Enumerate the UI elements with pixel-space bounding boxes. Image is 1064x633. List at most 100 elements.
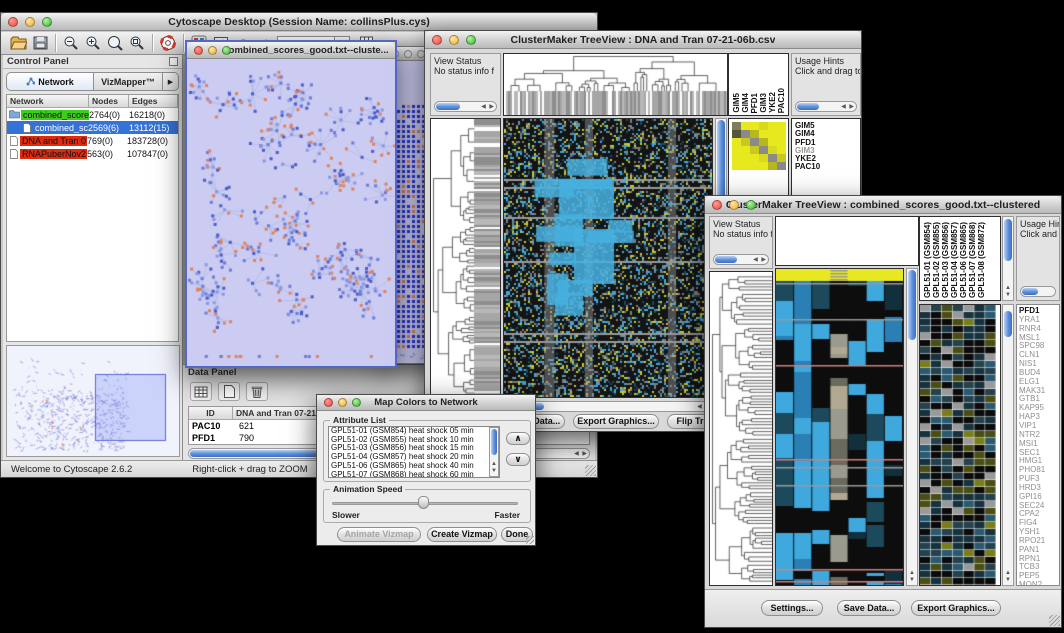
create-vizmap-button[interactable]: Create Vizmap (427, 527, 497, 542)
new-attribute-icon[interactable] (218, 382, 240, 401)
animate-vizmap-button[interactable]: Animate Vizmap (337, 527, 421, 542)
usage-hints-hscrollbar[interactable]: ◀ ▶ (795, 101, 857, 112)
scroll-arrows-icon[interactable]: ◀ ▶ (753, 255, 767, 265)
scroll-arrows-icon[interactable]: ▲▼ (1003, 570, 1013, 584)
zoom-button[interactable] (746, 200, 756, 210)
move-up-button[interactable]: ∧ (506, 432, 530, 445)
tv2-row-dendrogram[interactable] (710, 272, 772, 585)
col-header-network[interactable]: Network (7, 95, 89, 108)
tab-network-label: Network (38, 77, 74, 87)
tv2-row-dendrogram-panel[interactable] (709, 271, 773, 586)
minimize-button[interactable] (208, 46, 217, 55)
tab-overflow-button[interactable]: ▶ (163, 72, 179, 91)
tv2-save-data-button[interactable]: Save Data... (837, 600, 901, 616)
minimize-button[interactable] (729, 200, 739, 210)
network-view-canvas[interactable] (187, 59, 395, 366)
tv2-heatmap[interactable] (776, 269, 903, 585)
zoom-button[interactable] (466, 35, 476, 45)
zoom-button[interactable] (222, 46, 231, 55)
view-status-hscrollbar[interactable]: ◀ ▶ (713, 254, 769, 265)
zoom-selected-icon[interactable] (126, 34, 148, 53)
treeview2-titlebar[interactable]: ClusterMaker TreeView : combined_scores_… (705, 196, 1061, 214)
scroll-arrows-icon[interactable]: ▲▼ (907, 570, 917, 584)
network-row-combined-scores[interactable]: combined_scores 2764(0) 16218(0) (7, 108, 178, 121)
minimize-button[interactable] (404, 50, 412, 58)
minimize-button[interactable] (338, 398, 347, 407)
scroll-arrows-icon[interactable]: ▲▼ (1003, 285, 1013, 299)
network-row-combined-sco[interactable]: combined_sco 2569(6) 13112(15) (7, 121, 178, 134)
treeview1-titlebar[interactable]: ClusterMaker TreeView : DNA and Tran 07-… (425, 31, 861, 49)
network-row-rnapuber[interactable]: RNAPuberNov2+ 563(0) 107847(0) (7, 147, 178, 160)
close-button[interactable] (324, 398, 333, 407)
main-titlebar[interactable]: Cytoscape Desktop (Session Name: collins… (1, 13, 597, 31)
float-panel-icon[interactable] (169, 57, 178, 66)
tv2-column-dendrogram-panel[interactable] (775, 216, 919, 266)
speed-slider-thumb[interactable] (418, 496, 429, 509)
close-button[interactable] (194, 46, 203, 55)
tv2-zoom-heatmap[interactable] (920, 305, 996, 585)
attribute-listbox[interactable]: GPL51-01 (GSM854) heat shock 05 minGPL51… (328, 426, 500, 478)
dialog-resize-grip[interactable] (526, 536, 534, 544)
tv2-heatmap-panel[interactable] (775, 268, 904, 586)
tv1-row-dendrogram[interactable] (431, 119, 500, 397)
matrix-cell (768, 146, 777, 154)
tv2-zoom-panel[interactable] (919, 304, 1001, 586)
main-resize-grip[interactable] (585, 465, 596, 476)
select-attributes-icon[interactable] (190, 382, 212, 401)
close-button[interactable] (8, 17, 18, 27)
zoom-in-icon[interactable] (82, 34, 104, 53)
tv2-gene-list-vscrollbar[interactable]: ▲▼ (1002, 304, 1014, 586)
tv1-column-dendrogram-panel[interactable] (503, 53, 728, 116)
tv2-settings-button[interactable]: Settings... (761, 600, 823, 616)
col-header-nodes[interactable]: Nodes (89, 95, 129, 108)
network-row-dna-tran[interactable]: DNA and Tran 07 769(0) 183728(0) (7, 134, 178, 147)
window-controls (8, 17, 52, 27)
zoom-button[interactable] (42, 17, 52, 27)
list-item: GPL51-08 (GSM872) (977, 222, 986, 298)
tv1-export-graphics-button[interactable]: Export Graphics... (573, 414, 659, 429)
open-file-icon[interactable] (7, 34, 29, 53)
birdseye-view[interactable] (7, 346, 179, 456)
matrix-cell (732, 146, 741, 154)
delete-attribute-icon[interactable] (246, 382, 268, 401)
tab-network[interactable]: Network (6, 72, 94, 91)
close-button[interactable] (432, 35, 442, 45)
minimize-button[interactable] (25, 17, 35, 27)
slower-label: Slower (332, 510, 360, 520)
attribute-list-vscrollbar[interactable]: ▲▼ (489, 427, 499, 477)
col-header-edges[interactable]: Edges (129, 95, 178, 108)
tv1-row-dendrogram-panel[interactable] (430, 118, 501, 398)
zoom-out-icon[interactable] (60, 34, 82, 53)
dialog-titlebar[interactable]: Map Colors to Network (317, 395, 535, 411)
matrix-cell (768, 130, 777, 138)
zoom-fit-icon[interactable] (104, 34, 126, 53)
scroll-arrows-icon[interactable]: ◀ ▶ (574, 449, 588, 459)
tv1-heatmap[interactable] (504, 119, 712, 397)
scroll-arrows-icon[interactable]: ▲▼ (490, 461, 498, 475)
tv1-column-dendrogram[interactable] (504, 54, 727, 115)
data-col-id[interactable]: ID (189, 407, 233, 420)
close-button[interactable] (712, 200, 722, 210)
tv2-column-labels-vscrollbar[interactable]: ▲▼ (1002, 216, 1014, 301)
tab-vizmapper[interactable]: VizMapper™ (94, 72, 163, 91)
network-window-titlebar[interactable]: combined_scores_good.txt--cluste... (187, 42, 395, 59)
tv1-correlation-matrix[interactable] (732, 122, 786, 170)
scroll-arrows-icon[interactable]: ◀ ▶ (481, 102, 495, 112)
minimize-button[interactable] (449, 35, 459, 45)
tv2-resize-grip[interactable] (1049, 615, 1060, 626)
matrix-cell (741, 138, 750, 146)
tv2-export-graphics-button[interactable]: Export Graphics... (911, 600, 1001, 616)
matrix-cell (768, 138, 777, 146)
tv1-heatmap-panel[interactable] (503, 118, 713, 398)
save-icon[interactable] (29, 34, 51, 53)
usage-hints-hscrollbar[interactable] (1020, 286, 1056, 297)
matrix-cell (741, 162, 750, 170)
scroll-arrows-icon[interactable]: ◀ ▶ (841, 102, 855, 112)
tv2-view-status: View Status No status info f ◀ ▶ (709, 216, 773, 269)
move-down-button[interactable]: ∨ (506, 453, 530, 466)
help-icon[interactable] (157, 34, 179, 53)
zoom-button[interactable] (352, 398, 361, 407)
tv2-heatmap-vscrollbar[interactable]: ▲▼ (906, 268, 918, 586)
view-status-hscrollbar[interactable]: ◀ ▶ (434, 101, 497, 112)
list-item: PAC10 (777, 88, 786, 113)
